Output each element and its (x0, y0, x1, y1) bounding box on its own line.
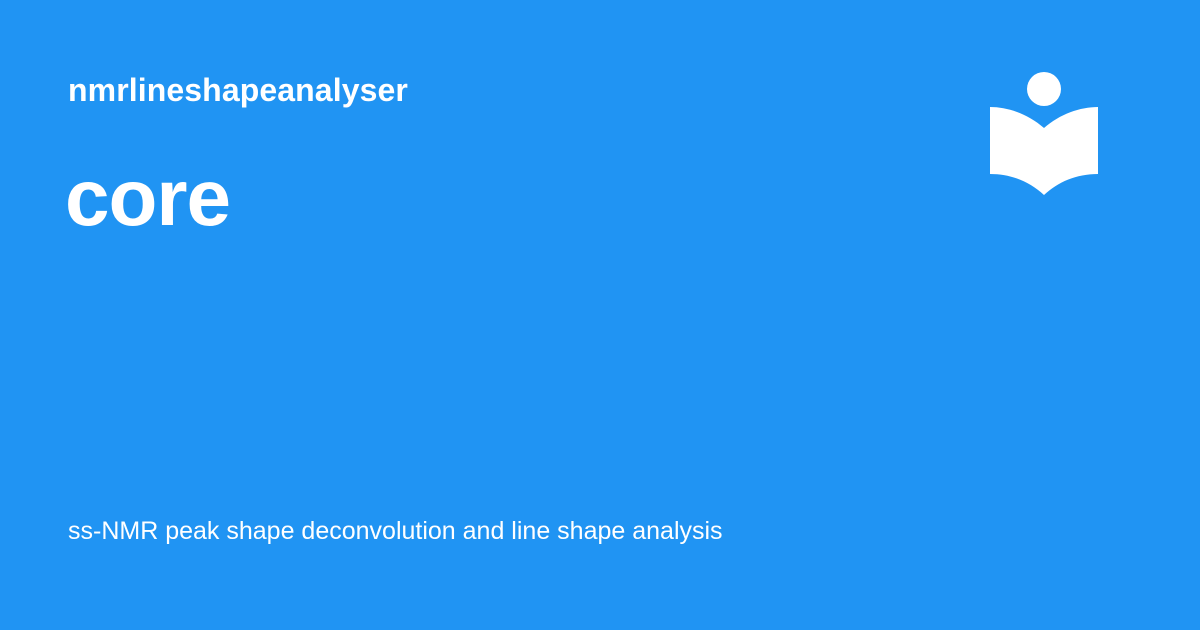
site-name: nmrlineshapeanalyser (68, 72, 408, 108)
page-title: core (65, 153, 231, 242)
reader-book-icon (990, 72, 1098, 195)
social-card: nmrlineshapeanalyser core ss-NMR peak sh… (0, 0, 1200, 630)
page-description: ss-NMR peak shape deconvolution and line… (68, 517, 723, 545)
